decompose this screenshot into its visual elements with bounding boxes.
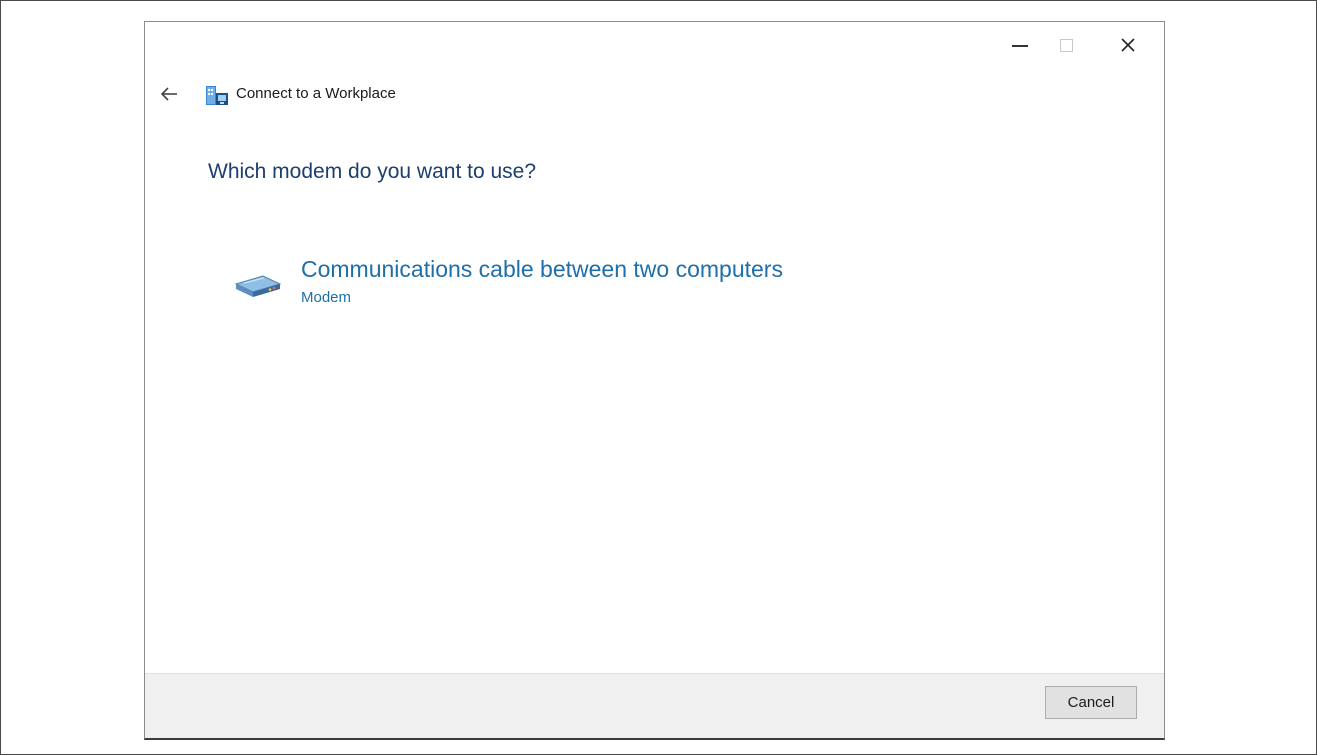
workplace-network-icon: [206, 86, 228, 105]
back-arrow-icon: [160, 87, 177, 101]
maximize-icon: [1059, 38, 1073, 52]
modem-icon: [234, 275, 282, 297]
option-title: Communications cable between two compute…: [301, 256, 783, 282]
window-title: Connect to a Workplace: [236, 85, 396, 102]
minimize-button[interactable]: [997, 28, 1043, 62]
back-button[interactable]: [157, 82, 181, 106]
connect-workplace-dialog: Connect to a Workplace Which modem do yo…: [144, 21, 1165, 740]
close-icon: [1121, 38, 1135, 52]
option-subtitle: Modem: [301, 289, 352, 306]
close-button[interactable]: [1105, 28, 1151, 62]
page-heading: Which modem do you want to use?: [208, 160, 537, 183]
modem-option-communications-cable[interactable]: Communications cable between two compute…: [233, 252, 873, 316]
dialog-footer: Cancel: [145, 673, 1164, 738]
cancel-button[interactable]: Cancel: [1045, 686, 1137, 719]
maximize-button[interactable]: [1043, 28, 1089, 62]
minimize-icon: [1012, 45, 1028, 47]
